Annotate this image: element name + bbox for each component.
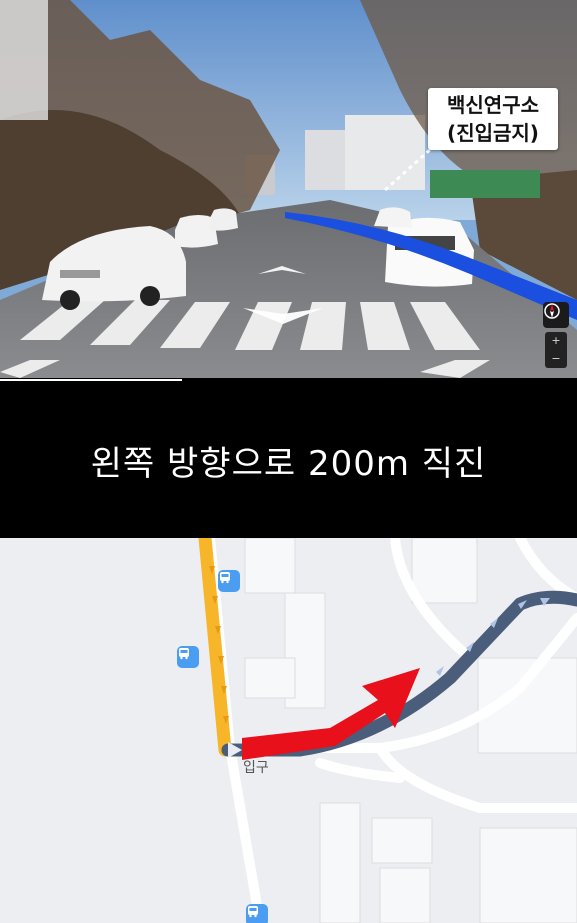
sign-line-1: 백신연구소 [447,93,539,117]
zoom-control[interactable]: + − [545,332,567,368]
street-view[interactable]: 백신연구소 (진입금지) + − [0,0,577,380]
place-label: 입구 [243,760,269,776]
compass-button[interactable] [543,302,569,328]
bus-stop-icon[interactable] [218,570,240,592]
sign-line-2: (진입금지) [447,121,539,145]
instruction-text: 왼쪽 방향으로 200m 직진 [90,443,487,484]
zoom-in-button[interactable]: + [551,335,560,347]
destination-sign: 백신연구소 (진입금지) [428,88,558,150]
bus-stop-icon[interactable] [177,646,199,668]
instruction-panel: 왼쪽 방향으로 200m 직진 [0,382,577,538]
street-view-scene [0,0,577,380]
zoom-out-button[interactable]: − [551,353,560,365]
map-canvas [198,538,577,923]
bus-stop-icon[interactable] [246,904,268,923]
map-view[interactable] [0,538,577,923]
compass-icon [544,303,560,319]
progress-fill [0,379,182,381]
